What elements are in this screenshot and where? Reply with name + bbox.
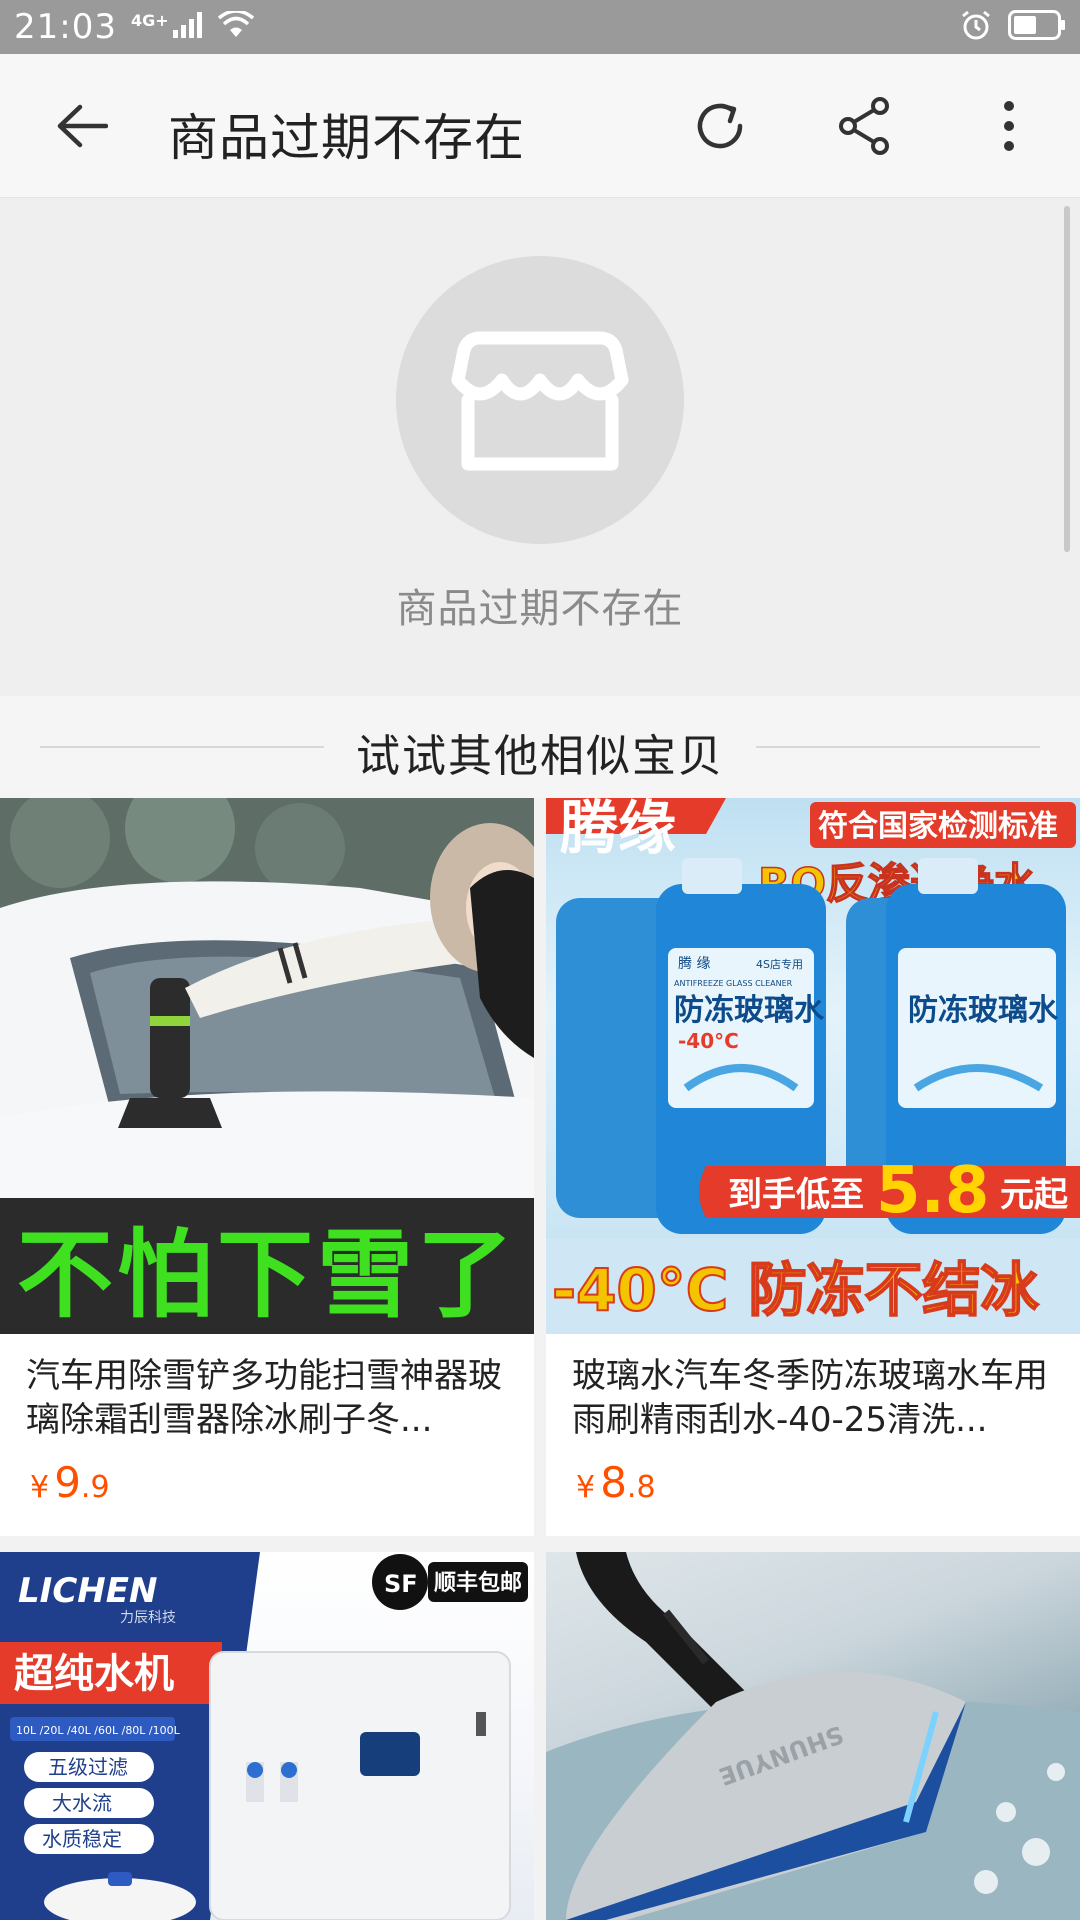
share-button[interactable] <box>834 94 898 158</box>
bottle-label-brand: 腾 缘 <box>678 955 710 972</box>
wifi-icon <box>217 9 255 43</box>
price-symbol: ¥ <box>576 1470 596 1505</box>
status-bar: 21:03 4G+ <box>0 0 1080 54</box>
promo-suffix: 元起 <box>1000 1175 1069 1215</box>
product-title: 玻璃水汽车冬季防冻玻璃水车用雨刷精雨刮水-40-25清洗... <box>572 1356 1048 1440</box>
product-image: SHUNYUE <box>546 1552 1080 1920</box>
product-image: LICHEN 力辰科技 超纯水机 10L /20L /40L /60L /80L… <box>0 1552 534 1920</box>
promo-prefix: 到手低至 <box>728 1175 864 1215</box>
price-decimal: .8 <box>626 1470 656 1505</box>
empty-state-illustration <box>396 256 684 544</box>
bottle-label-name: 防冻玻璃水 <box>674 993 825 1028</box>
bottle-label-temp: -40°C <box>678 1029 739 1053</box>
recommend-section-header: 试试其他相似宝贝 <box>0 696 1080 798</box>
water-machine-illustration: LICHEN 力辰科技 超纯水机 10L /20L /40L /60L /80L… <box>0 1552 528 1920</box>
product-price: ¥ 9.9 <box>30 1458 110 1507</box>
feature-text: 水质稳定 <box>42 1827 122 1851</box>
refresh-button[interactable] <box>688 94 752 158</box>
product-banner: 不怕下雪了 <box>0 1198 534 1334</box>
product-card[interactable]: 腾缘 符合国家检测标准 RO反渗透净水 腾 缘 4S店专用 ANTIFREEZE… <box>546 798 1080 1536</box>
snow-car-illustration <box>0 798 534 1198</box>
signal-icon <box>172 12 207 42</box>
brand-logo-text: LICHEN <box>18 1571 157 1611</box>
brand-sub-text: 力辰科技 <box>120 1610 176 1626</box>
price-decimal: .9 <box>80 1470 110 1505</box>
product-price: ¥ 8.8 <box>576 1458 656 1507</box>
bottle-label-sub: ANTIFREEZE GLASS CLEANER <box>674 979 793 988</box>
status-time: 21:03 <box>14 7 117 47</box>
back-button[interactable] <box>52 96 112 156</box>
product-card[interactable]: 不怕下雪了 汽车用除雪铲多功能扫雪神器玻璃除霜刮雪器除冰刷子冬... ¥ 9.9 <box>0 798 534 1536</box>
svg-text:防冻玻璃水: 防冻玻璃水 <box>908 993 1059 1028</box>
share-icon <box>839 97 889 155</box>
top-app-bar: 商品过期不存在 <box>0 54 1080 198</box>
antifreeze-bottles-illustration: 腾缘 符合国家检测标准 RO反渗透净水 腾 缘 4S店专用 ANTIFREEZE… <box>546 798 1080 1334</box>
feature-text: 五级过滤 <box>48 1755 128 1779</box>
product-card[interactable]: LICHEN 力辰科技 超纯水机 10L /20L /40L /60L /80L… <box>0 1552 534 1920</box>
empty-state-message: 商品过期不存在 <box>396 586 684 632</box>
page-title: 商品过期不存在 <box>168 109 525 167</box>
bottom-banner-text: -40°C 防冻不结冰 <box>552 1256 1040 1324</box>
headline-text: 超纯水机 <box>14 1651 174 1697</box>
promo-price: 5.8 <box>876 1154 989 1228</box>
product-image: 腾缘 符合国家检测标准 RO反渗透净水 腾 缘 4S店专用 ANTIFREEZE… <box>546 798 1080 1334</box>
product-title: 汽车用除雪铲多功能扫雪神器玻璃除霜刮雪器除冰刷子冬... <box>26 1356 502 1440</box>
alarm-icon <box>960 9 992 45</box>
product-image: 不怕下雪了 <box>0 798 534 1334</box>
battery-icon <box>1008 10 1066 44</box>
network-type-label: 4G+ <box>130 10 169 30</box>
arrow-left-icon <box>57 104 108 148</box>
more-options-button[interactable] <box>984 94 1034 158</box>
product-card[interactable]: SHUNYUE <box>546 1552 1080 1920</box>
store-icon <box>451 331 629 471</box>
divider-line-right <box>756 746 1040 748</box>
price-integer: 8 <box>600 1458 627 1507</box>
price-symbol: ¥ <box>30 1470 50 1505</box>
more-vertical-icon <box>1004 101 1014 151</box>
price-integer: 9 <box>54 1458 81 1507</box>
ice-scraper-illustration: SHUNYUE <box>546 1552 1080 1920</box>
refresh-icon <box>697 103 743 149</box>
recommend-section-title: 试试其他相似宝贝 <box>356 731 724 782</box>
brand-text: 腾缘 <box>560 798 676 862</box>
badge-text: 顺丰包邮 <box>434 1570 522 1596</box>
capacities-text: 10L /20L /40L /60L /80L /100L <box>16 1724 181 1737</box>
sf-logo-text: SF <box>384 1570 418 1598</box>
badge-text: 符合国家检测标准 <box>818 809 1058 844</box>
empty-state: 商品过期不存在 <box>0 198 1080 696</box>
bottle-label-shop: 4S店专用 <box>756 957 803 971</box>
product-banner-text: 不怕下雪了 <box>17 1218 517 1331</box>
feature-text: 大水流 <box>52 1791 112 1815</box>
scrollbar[interactable] <box>1064 206 1070 552</box>
